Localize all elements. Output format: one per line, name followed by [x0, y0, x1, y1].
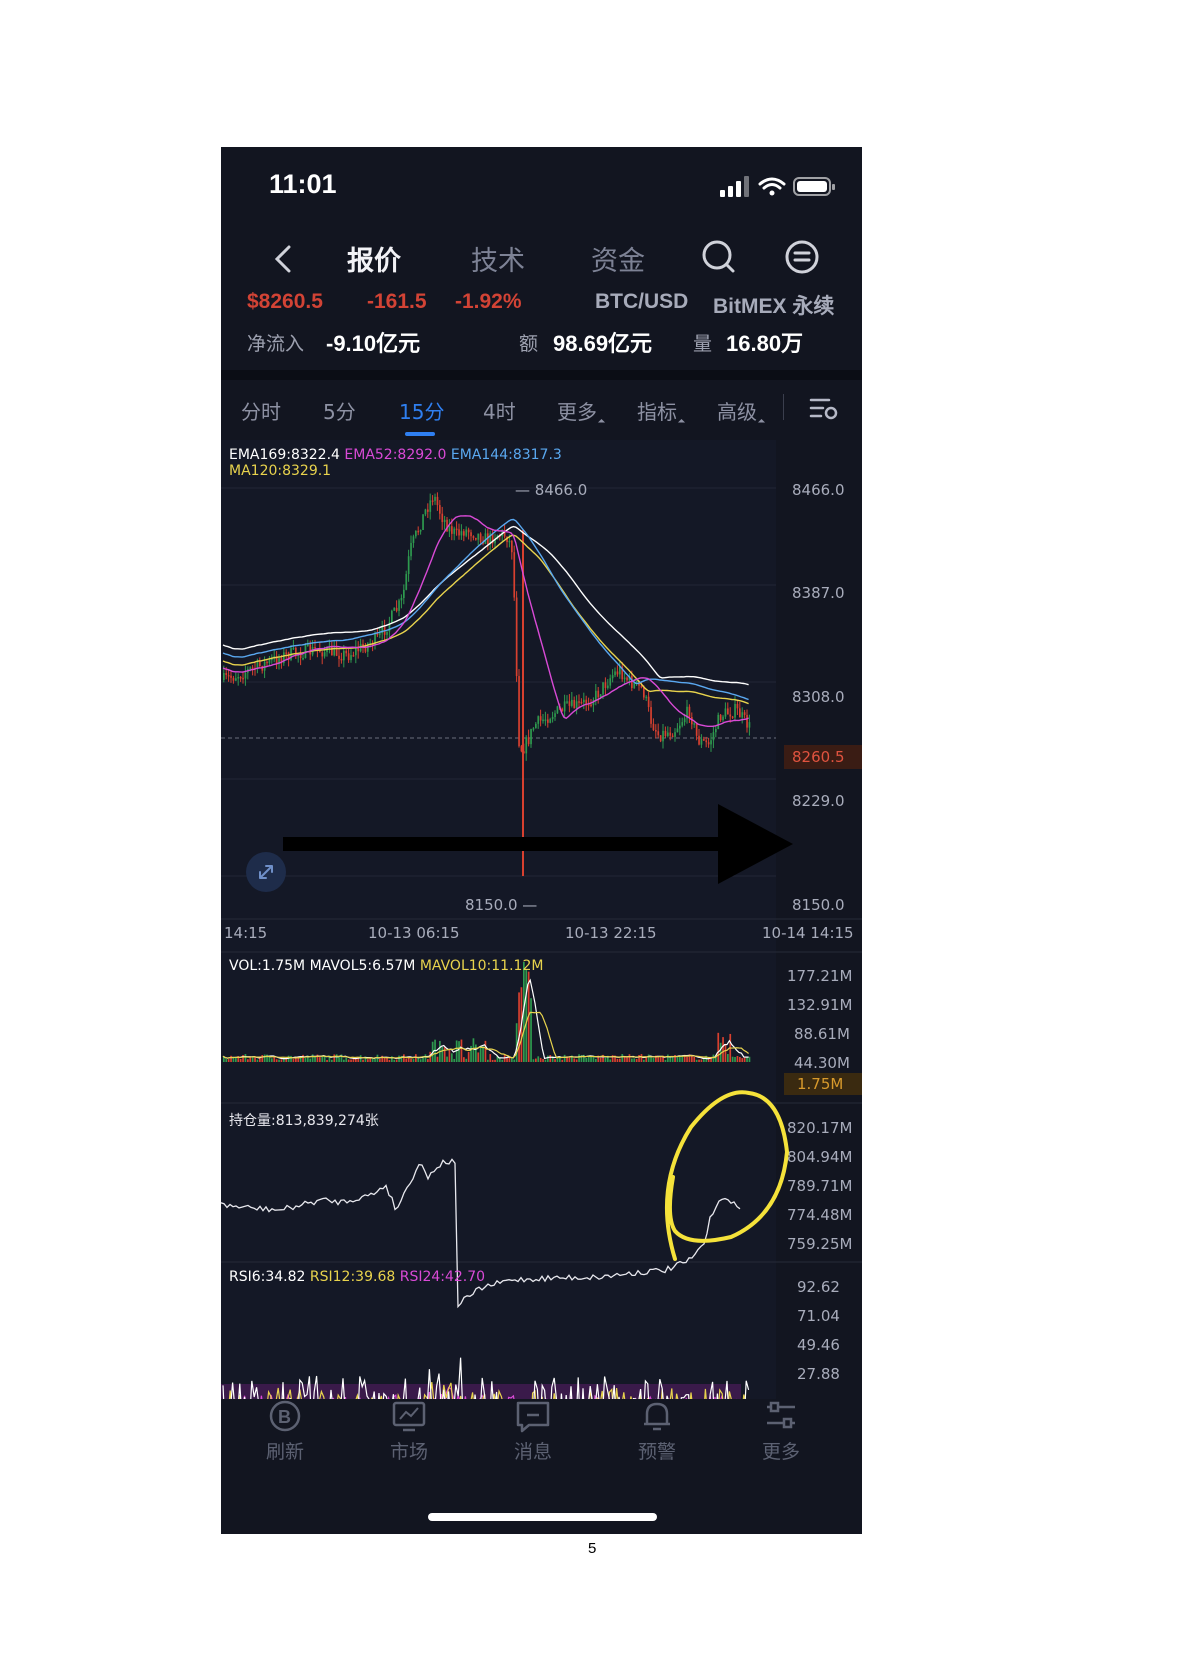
home-indicator — [428, 1513, 657, 1521]
yellow-circle-annotation — [665, 1090, 790, 1261]
annotation-layer — [283, 804, 793, 1261]
sliders-icon — [767, 1401, 795, 1429]
bottom-tab-bar: B 刷新 市场 消息 预警 更多 — [221, 1399, 862, 1479]
tab-alerts[interactable]: 预警 — [607, 1399, 707, 1464]
tab-refresh[interactable]: B 刷新 — [235, 1399, 335, 1464]
chart-monitor-icon — [392, 1401, 426, 1432]
phone-screen: 11:01 报价 技术 资金 $8260.5 -161.5 -1.92% BTC… — [221, 147, 862, 1534]
tab-messages[interactable]: 消息 — [483, 1399, 583, 1464]
message-icon — [516, 1401, 550, 1433]
page-number: 5 — [588, 1540, 597, 1557]
svg-text:B: B — [278, 1407, 291, 1427]
bitcoin-icon: B — [269, 1400, 301, 1432]
black-arrow-annotation — [283, 804, 793, 884]
bell-icon — [644, 1402, 670, 1431]
tab-market[interactable]: 市场 — [359, 1399, 459, 1464]
tab-more[interactable]: 更多 — [731, 1399, 831, 1464]
